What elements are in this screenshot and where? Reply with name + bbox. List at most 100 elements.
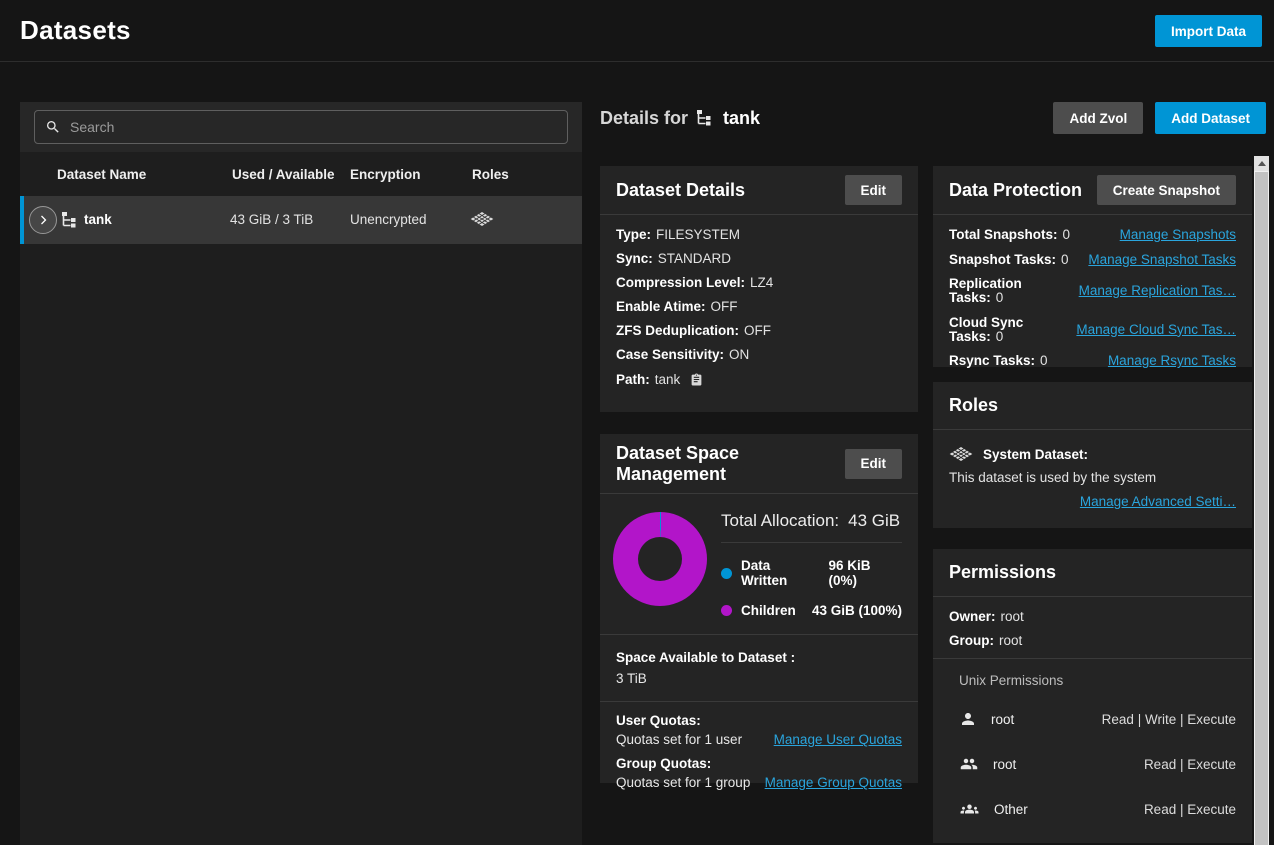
- field-value: STANDARD: [658, 251, 731, 266]
- data-protection-title: Data Protection: [949, 180, 1082, 201]
- others-icon: [959, 800, 980, 818]
- manage-cloud-sync-tasks-link[interactable]: Manage Cloud Sync Tas…: [1076, 323, 1236, 337]
- roles-title: Roles: [949, 395, 998, 416]
- column-header-dataset-name: Dataset Name: [57, 167, 146, 182]
- protection-label: Cloud Sync Tasks:: [949, 315, 1023, 344]
- column-header-roles: Roles: [472, 167, 509, 182]
- protection-row: Replication Tasks:0 Manage Replication T…: [949, 277, 1236, 305]
- owner-value: root: [1001, 609, 1024, 624]
- column-header-encryption: Encryption: [350, 167, 421, 182]
- field-label: Type:: [616, 227, 651, 242]
- field-value: FILESYSTEM: [656, 227, 740, 242]
- protection-value: 0: [1040, 353, 1048, 368]
- permission-who: root: [991, 712, 1014, 727]
- chevron-right-icon: [37, 214, 49, 226]
- dataset-row[interactable]: tank 43 GiB / 3 TiB Unencrypted: [20, 196, 582, 244]
- protection-label: Snapshot Tasks:: [949, 252, 1056, 267]
- unix-permissions-title: Unix Permissions: [949, 659, 1236, 688]
- field-value: tank: [655, 373, 681, 387]
- field-value: OFF: [744, 323, 771, 338]
- top-bar: Datasets Import Data: [0, 0, 1274, 62]
- permission-entry: Other Read | Execute: [949, 800, 1236, 818]
- field-label: ZFS Deduplication:: [616, 323, 739, 338]
- roles-card: Roles System Dataset: This dataset is us…: [933, 382, 1252, 528]
- add-dataset-button[interactable]: Add Dataset: [1155, 102, 1266, 134]
- permission-who: Other: [994, 802, 1028, 817]
- search-icon: [45, 119, 61, 135]
- search-box[interactable]: [34, 110, 568, 144]
- protection-row: Rsync Tasks: 0 Manage Rsync Tasks: [949, 354, 1236, 368]
- add-zvol-button[interactable]: Add Zvol: [1053, 102, 1143, 134]
- field-label: Compression Level:: [616, 275, 745, 290]
- manage-replication-tasks-link[interactable]: Manage Replication Tas…: [1079, 284, 1236, 298]
- owner-label: Owner:: [949, 609, 996, 624]
- group-label: Group:: [949, 633, 994, 648]
- dataset-name: tank: [84, 212, 112, 227]
- permission-who: root: [993, 757, 1016, 772]
- details-dataset-name: tank: [723, 108, 760, 129]
- total-allocation-value: 43 GiB: [848, 511, 900, 531]
- user-quotas-text: Quotas set for 1 user: [616, 732, 742, 747]
- legend-label: Children: [741, 603, 796, 618]
- permission-perms: Read | Write | Execute: [1102, 712, 1236, 727]
- manage-advanced-settings-link[interactable]: Manage Advanced Setti…: [1080, 494, 1236, 509]
- protection-row: Cloud Sync Tasks:0 Manage Cloud Sync Tas…: [949, 316, 1236, 344]
- system-dataset-icon: [470, 210, 494, 228]
- search-input[interactable]: [70, 119, 557, 135]
- field-label: Path:: [616, 373, 650, 387]
- edit-dataset-details-button[interactable]: Edit: [845, 175, 903, 205]
- user-quotas-label: User Quotas:: [616, 713, 902, 728]
- legend-row: Children 43 GiB (100%): [721, 603, 902, 618]
- copy-path-icon[interactable]: [690, 372, 703, 387]
- column-header-used-available: Used / Available: [232, 167, 335, 182]
- details-title: Details for tank: [600, 108, 760, 129]
- legend-row: Data Written 96 KiB (0%): [721, 558, 902, 588]
- permission-entry: root Read | Execute: [949, 755, 1236, 773]
- search-strip: [20, 102, 582, 152]
- page-title: Datasets: [20, 15, 131, 46]
- permission-entry: root Read | Write | Execute: [949, 710, 1236, 728]
- details-scrollbar[interactable]: [1254, 156, 1269, 845]
- edit-space-management-button[interactable]: Edit: [845, 449, 903, 479]
- legend-label: Data Written: [741, 558, 819, 588]
- space-management-card: Dataset Space Management Edit Total Allo…: [600, 434, 918, 783]
- scrollbar-thumb[interactable]: [1255, 172, 1268, 845]
- dataset-encryption: Unencrypted: [350, 212, 427, 227]
- protection-value: 0: [1063, 227, 1071, 242]
- group-quotas-text: Quotas set for 1 group: [616, 775, 750, 790]
- group-value: root: [999, 633, 1022, 648]
- group-icon: [959, 755, 979, 773]
- dataset-used-available: 43 GiB / 3 TiB: [230, 212, 313, 227]
- protection-value: 0: [996, 329, 1004, 344]
- manage-snapshots-link[interactable]: Manage Snapshots: [1120, 228, 1236, 242]
- space-management-title: Dataset Space Management: [616, 443, 786, 484]
- field-value: OFF: [711, 299, 738, 314]
- details-title-prefix: Details for: [600, 108, 688, 129]
- children-dot: [721, 605, 732, 616]
- system-dataset-icon: [949, 445, 973, 463]
- scroll-up-arrow-icon: [1258, 161, 1266, 166]
- data-protection-card: Data Protection Create Snapshot Total Sn…: [933, 166, 1252, 367]
- space-available-value: 3 TiB: [616, 668, 902, 689]
- permissions-card: Permissions Owner:root Group:root Unix P…: [933, 549, 1252, 843]
- user-icon: [959, 710, 977, 728]
- total-allocation-label: Total Allocation:: [721, 511, 839, 531]
- group-quotas-label: Group Quotas:: [616, 756, 902, 771]
- dataset-details-card: Dataset Details Edit Type:FILESYSTEM Syn…: [600, 166, 918, 412]
- protection-label: Rsync Tasks:: [949, 353, 1035, 368]
- permission-perms: Read | Execute: [1144, 757, 1236, 772]
- protection-value: 0: [1061, 252, 1069, 267]
- manage-user-quotas-link[interactable]: Manage User Quotas: [774, 732, 902, 747]
- manage-rsync-tasks-link[interactable]: Manage Rsync Tasks: [1108, 354, 1236, 368]
- dataset-tree-icon: [62, 212, 79, 228]
- expand-row-button[interactable]: [29, 206, 57, 234]
- scroll-up-button[interactable]: [1254, 156, 1269, 171]
- permission-perms: Read | Execute: [1144, 802, 1236, 817]
- manage-group-quotas-link[interactable]: Manage Group Quotas: [765, 775, 902, 790]
- create-snapshot-button[interactable]: Create Snapshot: [1097, 175, 1236, 205]
- import-data-button[interactable]: Import Data: [1155, 15, 1262, 47]
- manage-snapshot-tasks-link[interactable]: Manage Snapshot Tasks: [1088, 253, 1236, 267]
- field-label: Enable Atime:: [616, 299, 706, 314]
- data-written-dot: [721, 568, 732, 579]
- space-available-label: Space Available to Dataset :: [616, 647, 902, 668]
